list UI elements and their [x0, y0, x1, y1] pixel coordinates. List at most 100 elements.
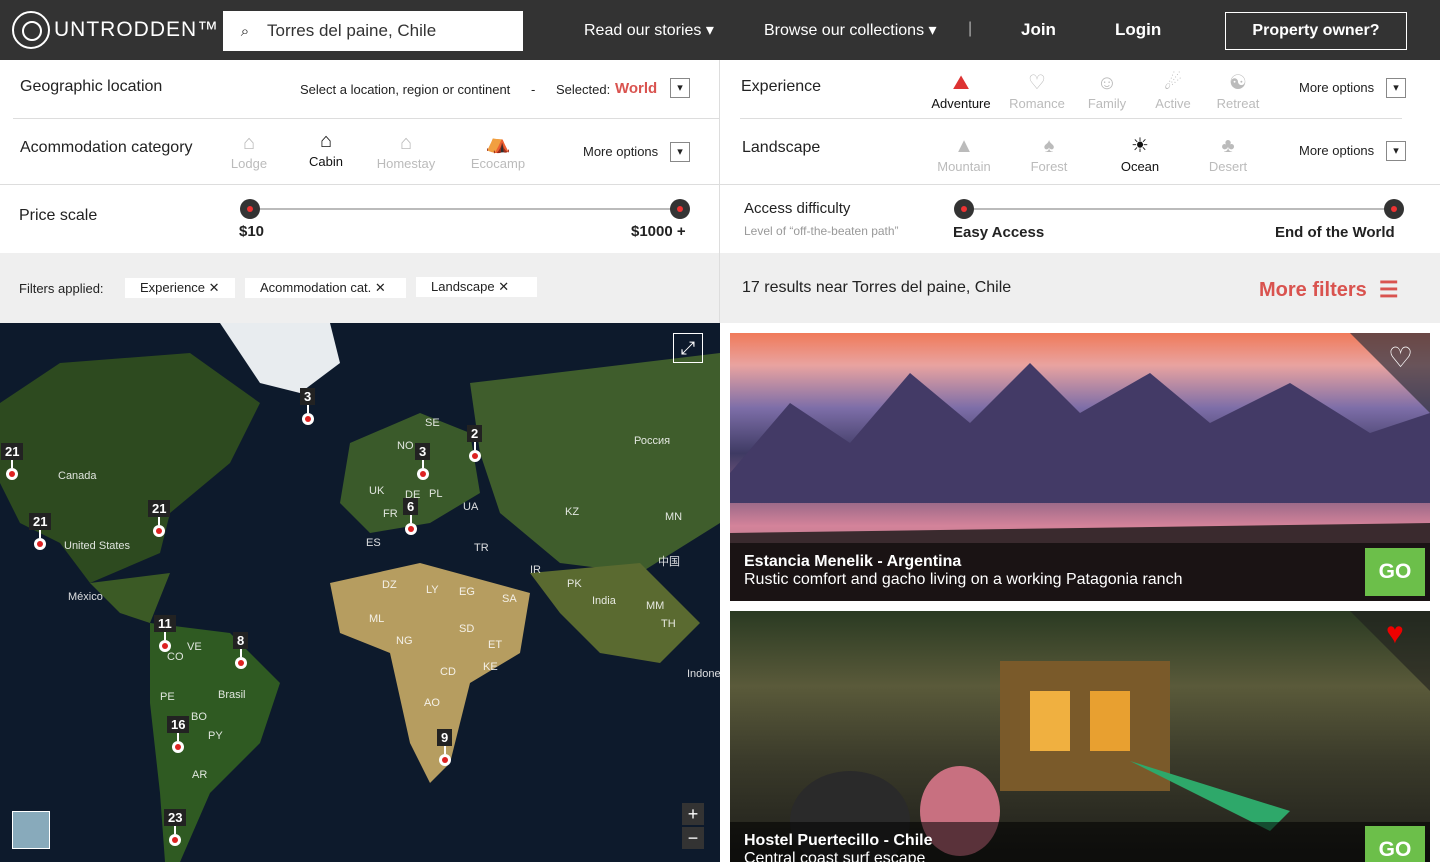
more-filters-label: More filters: [1259, 278, 1367, 301]
favorite-icon[interactable]: ♥: [1386, 617, 1404, 651]
card-caption: Hostel Puertecillo - Chile Central coast…: [730, 822, 1430, 862]
map-label: LY: [426, 584, 439, 596]
zoom-out-button[interactable]: −: [682, 827, 704, 849]
accommodation-label: Acommodation category: [20, 139, 193, 156]
accommodation-homestay[interactable]: ⌂ Homestay: [372, 130, 440, 171]
map-label: ET: [488, 639, 503, 651]
map-label: 中国: [658, 556, 680, 568]
price-max-handle[interactable]: [670, 199, 690, 219]
map-label: EG: [459, 586, 475, 598]
map-pin[interactable]: 16: [167, 716, 190, 753]
experience-dropdown-icon[interactable]: ▾: [1386, 78, 1406, 98]
brand-name: UNTRODDEN™: [54, 18, 220, 41]
map-label: SE: [425, 417, 440, 429]
result-card[interactable]: ♥ Hostel Puertecillo - Chile Central coa…: [730, 611, 1430, 862]
difficulty-slider-track[interactable]: [964, 208, 1394, 210]
results-count: 17 results near Torres del paine, Chile: [742, 279, 1012, 296]
map-pin[interactable]: 21: [1, 443, 24, 480]
landscape-dropdown-icon[interactable]: ▾: [1386, 141, 1406, 161]
results-map[interactable]: Canada United States México Brasil Росси…: [0, 323, 720, 862]
experience-adventure[interactable]: ⛰ Adventure: [926, 70, 996, 111]
map-label: India: [592, 595, 616, 607]
nav-read-stories[interactable]: Read our stories ▾: [584, 20, 714, 40]
map-label: ES: [366, 537, 381, 549]
map-label: ML: [369, 613, 385, 625]
map-pin[interactable]: 23: [164, 809, 187, 846]
experience-more-options[interactable]: More options: [1299, 80, 1374, 95]
price-max-value: $1000 +: [631, 223, 686, 240]
landscape-mountain[interactable]: ▲ Mountain: [934, 133, 994, 174]
cabin-icon: ⌂: [319, 130, 333, 152]
filter-chip-landscape[interactable]: Landscape ✕: [416, 277, 537, 297]
experience-family[interactable]: ☺ Family: [1076, 70, 1138, 111]
map-label: CO: [167, 651, 184, 663]
geo-dropdown-icon[interactable]: ▾: [670, 78, 690, 98]
nav-browse-collections[interactable]: Browse our collections ▾: [764, 20, 937, 40]
map-label: DZ: [382, 579, 397, 591]
filter-chip-accommodation[interactable]: Acommodation cat. ✕: [245, 278, 406, 298]
map-label: VE: [187, 641, 202, 653]
map-label: United States: [64, 540, 131, 552]
more-filters-button[interactable]: More filters ☰: [1259, 277, 1399, 303]
difficulty-max-value: End of the World: [1275, 224, 1395, 241]
search-input[interactable]: Torres del paine, Chile: [267, 21, 436, 41]
property-owner-button[interactable]: Property owner?: [1225, 12, 1407, 50]
go-button[interactable]: GO: [1365, 826, 1425, 862]
top-bar: UNTRODDEN™ ⌕ Torres del paine, Chile Rea…: [0, 0, 1440, 60]
price-slider-track[interactable]: [250, 208, 680, 210]
fullscreen-icon[interactable]: ⤢: [673, 333, 703, 363]
filter-chip-experience[interactable]: Experience ✕: [125, 278, 235, 298]
list-icon: ☰: [1378, 277, 1399, 302]
price-min-handle[interactable]: [240, 199, 260, 219]
accommodation-more-options[interactable]: More options: [583, 144, 658, 159]
map-pin[interactable]: 11: [154, 615, 176, 652]
experience-retreat[interactable]: ☯ Retreat: [1208, 70, 1268, 111]
map-label: TR: [474, 542, 489, 554]
landscape-forest[interactable]: ♠ Forest: [1022, 133, 1076, 174]
search-box[interactable]: ⌕ Torres del paine, Chile: [223, 11, 523, 51]
map-label: Brasil: [218, 689, 246, 701]
brand-logo[interactable]: UNTRODDEN™: [12, 11, 219, 49]
experience-active[interactable]: ☄ Active: [1144, 70, 1202, 111]
map-label: MM: [646, 600, 665, 612]
join-link[interactable]: Join: [1021, 20, 1056, 40]
favorite-icon[interactable]: ♡: [1388, 341, 1413, 374]
map-pin[interactable]: 3: [415, 443, 431, 480]
accommodation-cabin[interactable]: ⌂ Cabin: [302, 128, 350, 169]
map-thumbnail[interactable]: [12, 811, 50, 849]
result-card[interactable]: ♡ Estancia Menelik - Argentina Rustic co…: [730, 333, 1430, 601]
landscape-more-options[interactable]: More options: [1299, 143, 1374, 158]
go-button[interactable]: GO: [1365, 548, 1425, 596]
zoom-in-button[interactable]: +: [682, 803, 704, 825]
lodge-icon: ⌂: [242, 132, 256, 154]
geo-selected-value[interactable]: World: [615, 80, 657, 97]
login-link[interactable]: Login: [1115, 20, 1161, 40]
divider: [0, 184, 1440, 185]
active-icon: ☄: [1164, 72, 1182, 94]
map-pin[interactable]: 3: [300, 388, 316, 425]
map-label: TH: [661, 618, 676, 630]
map-pin[interactable]: 6: [403, 498, 419, 535]
experience-romance[interactable]: ♡ Romance: [1004, 70, 1070, 111]
landscape-ocean[interactable]: ☀ Ocean: [1112, 133, 1168, 174]
adventure-icon: ⛰: [952, 72, 970, 94]
ecocamp-icon: ⛺: [485, 132, 511, 154]
accommodation-dropdown-icon[interactable]: ▾: [670, 142, 690, 162]
accommodation-ecocamp[interactable]: ⛺ Ecocamp: [464, 130, 532, 171]
map-label: PE: [160, 691, 175, 703]
map-pin[interactable]: 21: [29, 513, 52, 550]
map-pin[interactable]: 9: [437, 729, 453, 766]
difficulty-min-handle[interactable]: [954, 199, 974, 219]
price-min-value: $10: [239, 223, 265, 240]
card-title: Hostel Puertecillo - Chile: [744, 832, 933, 849]
search-icon: ⌕: [240, 22, 250, 40]
landscape-desert[interactable]: ♣ Desert: [1202, 133, 1254, 174]
mountain-icon: ▲: [954, 135, 974, 157]
accommodation-lodge[interactable]: ⌂ Lodge: [224, 130, 274, 171]
map-pin[interactable]: 21: [148, 500, 171, 537]
map-pin[interactable]: 2: [467, 425, 483, 462]
difficulty-max-handle[interactable]: [1384, 199, 1404, 219]
world-map-graphic: [0, 323, 720, 862]
difficulty-sub: Level of “off-the-beaten path”: [744, 224, 899, 238]
map-pin[interactable]: 8: [233, 632, 249, 669]
